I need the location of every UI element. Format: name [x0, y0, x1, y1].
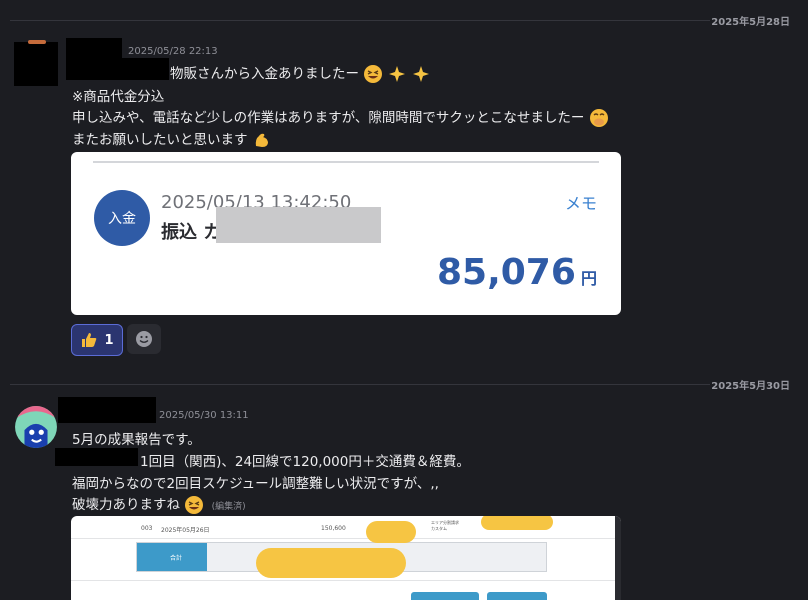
- thumbs-up-icon: [82, 333, 97, 347]
- flexed-biceps-emoji: [255, 133, 268, 147]
- redaction-blob: [256, 548, 406, 578]
- redacted-username-2: [66, 58, 169, 80]
- avatar-corner: [28, 40, 46, 44]
- message-text: 申し込みや、電話など少しの作業はありますが、隙間時間でサクッとこなせましたー: [72, 110, 585, 126]
- amount-value: 85,076: [436, 252, 576, 293]
- deposit-amount: 85,076 円: [437, 252, 597, 293]
- deposit-badge-label: 入金: [108, 211, 136, 227]
- message-text: 破壊力ありますね: [72, 497, 180, 513]
- hand-over-mouth-emoji: [589, 109, 608, 127]
- add-reaction-button[interactable]: [127, 324, 161, 354]
- message-line-2: ※商品代金分込: [72, 89, 165, 105]
- message-line-1: 5月の成果報告です。: [72, 432, 201, 448]
- date-divider: 2025年5月28日: [0, 10, 808, 30]
- divider-date: 2025年5月30日: [711, 381, 790, 392]
- memo-link[interactable]: メモ: [565, 190, 597, 214]
- deposit-image-attachment[interactable]: 入金 2025/05/13 13:42:50 メモ 振込 カ 85,076 円: [71, 152, 621, 315]
- amount-currency: 円: [580, 269, 597, 288]
- grinning-squint-emoji: [364, 65, 383, 83]
- card-divider-line: [93, 161, 599, 163]
- row-no: 003: [141, 525, 153, 532]
- row-amount: 150,600: [321, 525, 346, 532]
- row-date: 2025年05月26日: [161, 527, 210, 534]
- thumbs-up-reaction[interactable]: 1: [71, 324, 123, 356]
- report-image-attachment[interactable]: 003 2025年05月26日 150,600 エリア分割請求 カスタム 合計: [71, 516, 621, 600]
- divider-date: 2025年5月28日: [711, 17, 790, 28]
- message-text: 物販さんから入金ありましたー: [170, 66, 359, 82]
- message-text: またお願いしたいと思います: [72, 132, 248, 148]
- message-line-4: 破壊力ありますね (編集済): [72, 493, 246, 515]
- table-line: [71, 580, 621, 581]
- message-line-4: またお願いしたいと思います: [72, 128, 272, 150]
- divider-line: [10, 384, 710, 385]
- button-stub: [487, 592, 547, 600]
- sparkles-emoji: [412, 66, 429, 82]
- sum-label-cell: 合計: [137, 543, 207, 571]
- date-divider: 2025年5月30日: [0, 374, 808, 394]
- avatar[interactable]: [14, 405, 58, 449]
- edited-label: (編集済): [211, 502, 246, 512]
- redacted-username: [58, 397, 156, 423]
- row-tag: エリア分割請求 カスタム: [431, 520, 459, 531]
- card-scrollbar[interactable]: [615, 516, 621, 600]
- divider-line: [10, 20, 710, 21]
- redacted-text: [55, 448, 138, 466]
- sparkles-emoji: [388, 66, 405, 82]
- message-timestamp: 2025/05/28 22:13: [128, 46, 218, 57]
- deposit-badge: 入金: [94, 190, 150, 246]
- redaction-box: [216, 207, 381, 243]
- avatar[interactable]: [14, 40, 58, 86]
- message-line-2: 1回目（関西)、24回線で120,000円＋交通費＆経費。: [140, 454, 470, 470]
- button-stub: [411, 592, 479, 600]
- message-line-3: 申し込みや、電話など少しの作業はありますが、隙間時間でサクッとこなせましたー: [72, 106, 609, 128]
- redaction-blob: [366, 521, 416, 543]
- add-reaction-icon: [136, 331, 152, 347]
- message-timestamp: 2025/05/30 13:11: [159, 410, 249, 421]
- reaction-count: 1: [104, 332, 114, 348]
- message-line-1: 物販さんから入金ありましたー: [170, 62, 432, 84]
- sum-label: 合計: [170, 555, 183, 562]
- grinning-squint-emoji: [185, 496, 204, 514]
- redaction-blob: [481, 516, 553, 530]
- message-line-3: 福岡からなので2回目スケジュール調整難しい状況ですが、,,: [72, 476, 439, 492]
- transfer-label: 振込 カ: [161, 222, 222, 243]
